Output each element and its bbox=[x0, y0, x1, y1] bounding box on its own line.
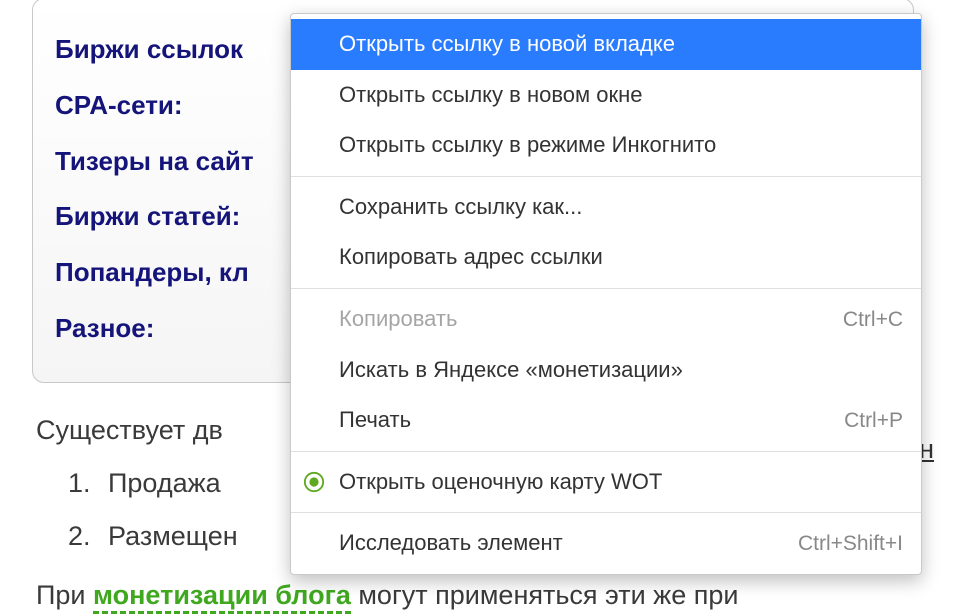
category-label: Попандеры, кл bbox=[55, 256, 249, 290]
context-menu-item[interactable]: Копировать адрес ссылки bbox=[291, 232, 921, 283]
context-menu-shortcut: Ctrl+C bbox=[843, 306, 903, 333]
context-menu-item[interactable]: Открыть ссылку в режиме Инкогнито bbox=[291, 120, 921, 171]
category-label: Тизеры на сайт bbox=[55, 145, 254, 179]
closing-paragraph: При монетизации блога могут применяться … bbox=[36, 578, 942, 613]
context-menu-item[interactable]: Искать в Яндексе «монетизации» bbox=[291, 345, 921, 396]
closing-prefix: При bbox=[36, 580, 93, 610]
monetization-link[interactable]: монетизации блога bbox=[93, 580, 351, 614]
context-menu-separator bbox=[291, 512, 921, 513]
context-menu-item[interactable]: Открыть оценочную карту WOT bbox=[291, 457, 921, 508]
category-label: Биржи статей: bbox=[55, 200, 240, 234]
context-menu-item[interactable]: Открыть ссылку в новой вкладке bbox=[291, 19, 921, 70]
context-menu-label: Открыть ссылку в новой вкладке bbox=[339, 30, 675, 59]
context-menu-item: Копировать Ctrl+C bbox=[291, 294, 921, 345]
wot-icon bbox=[303, 471, 325, 493]
context-menu-item[interactable]: Открыть ссылку в новом окне bbox=[291, 70, 921, 121]
context-menu-label: Открыть ссылку в новом окне bbox=[339, 81, 643, 110]
context-menu-label: Искать в Яндексе «монетизации» bbox=[339, 356, 683, 385]
context-menu-label: Исследовать элемент bbox=[339, 529, 563, 558]
context-menu-separator bbox=[291, 288, 921, 289]
category-label: Разное: bbox=[55, 312, 154, 346]
context-menu-separator bbox=[291, 176, 921, 177]
closing-suffix: могут применяться эти же при bbox=[351, 580, 739, 610]
category-label: CPA-сети: bbox=[55, 89, 183, 123]
context-menu-shortcut: Ctrl+Shift+I bbox=[798, 530, 903, 557]
context-menu-label: Копировать адрес ссылки bbox=[339, 243, 603, 272]
context-menu-label: Печать bbox=[339, 406, 411, 435]
page-root: Биржи ссылок S CPA-сети: A Тизеры на сай… bbox=[0, 0, 954, 614]
context-menu-shortcut: Ctrl+P bbox=[844, 407, 903, 434]
context-menu-label: Копировать bbox=[339, 305, 457, 334]
context-menu-label: Открыть оценочную карту WOT bbox=[339, 468, 662, 497]
context-menu: Открыть ссылку в новой вкладке Открыть сс… bbox=[290, 13, 922, 575]
category-label: Биржи ссылок bbox=[55, 33, 243, 67]
context-menu-item[interactable]: Печать Ctrl+P bbox=[291, 395, 921, 446]
context-menu-separator bbox=[291, 451, 921, 452]
context-menu-label: Сохранить ссылку как... bbox=[339, 193, 582, 222]
context-menu-label: Открыть ссылку в режиме Инкогнито bbox=[339, 131, 716, 160]
context-menu-item[interactable]: Исследовать элемент Ctrl+Shift+I bbox=[291, 518, 921, 569]
context-menu-item[interactable]: Сохранить ссылку как... bbox=[291, 182, 921, 233]
